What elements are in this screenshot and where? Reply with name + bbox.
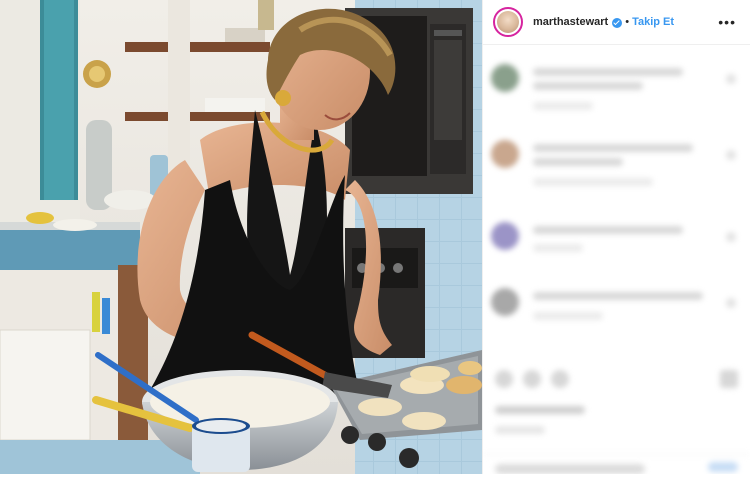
comment-avatar (491, 222, 519, 250)
comment-avatar (491, 288, 519, 316)
comment-icon[interactable] (523, 370, 541, 388)
post-comment-button[interactable] (708, 462, 738, 472)
comment-text-line (533, 292, 703, 300)
username-link[interactable]: marthastewart (533, 16, 608, 28)
comment-meta-line (533, 102, 593, 110)
comment-row (491, 214, 742, 274)
comment-row (491, 56, 742, 116)
save-icon[interactable] (720, 370, 738, 388)
instagram-post: marthastewart • Takip Et ••• (0, 0, 750, 483)
comment-avatar (491, 64, 519, 92)
avatar[interactable] (493, 7, 523, 37)
comment-avatar (491, 140, 519, 168)
comment-text-line (533, 82, 643, 90)
comments-list-blurred (483, 44, 750, 474)
comment-like-icon[interactable] (726, 74, 736, 84)
comment-text-line (533, 144, 693, 152)
more-options-icon[interactable]: ••• (718, 14, 736, 30)
comment-meta-line (533, 312, 603, 320)
post-date-line (495, 426, 545, 434)
like-icon[interactable] (495, 370, 513, 388)
post-side-panel: marthastewart • Takip Et ••• (482, 0, 750, 474)
comment-text-line (533, 158, 623, 166)
comment-row (491, 132, 742, 192)
avatar-image (497, 11, 519, 33)
post-header: marthastewart • Takip Et ••• (483, 0, 750, 45)
follow-button[interactable]: Takip Et (632, 16, 674, 28)
comment-meta-line (533, 178, 653, 186)
comment-meta-line (533, 244, 583, 252)
comment-like-icon[interactable] (726, 232, 736, 242)
post-photo-image (0, 0, 482, 474)
post-actions (491, 366, 742, 396)
verified-badge-icon (612, 18, 623, 28)
share-icon[interactable] (551, 370, 569, 388)
post-photo[interactable] (0, 0, 482, 474)
comment-row (491, 280, 742, 340)
comment-text-line (533, 226, 683, 234)
comment-like-icon[interactable] (726, 298, 736, 308)
divider (483, 454, 750, 455)
page-bottom-strip (0, 474, 750, 483)
comment-like-icon[interactable] (726, 150, 736, 160)
comment-text-line (533, 68, 683, 76)
add-comment-input[interactable] (495, 464, 645, 474)
likes-count-line (495, 406, 585, 414)
header-separator: • (625, 16, 630, 28)
